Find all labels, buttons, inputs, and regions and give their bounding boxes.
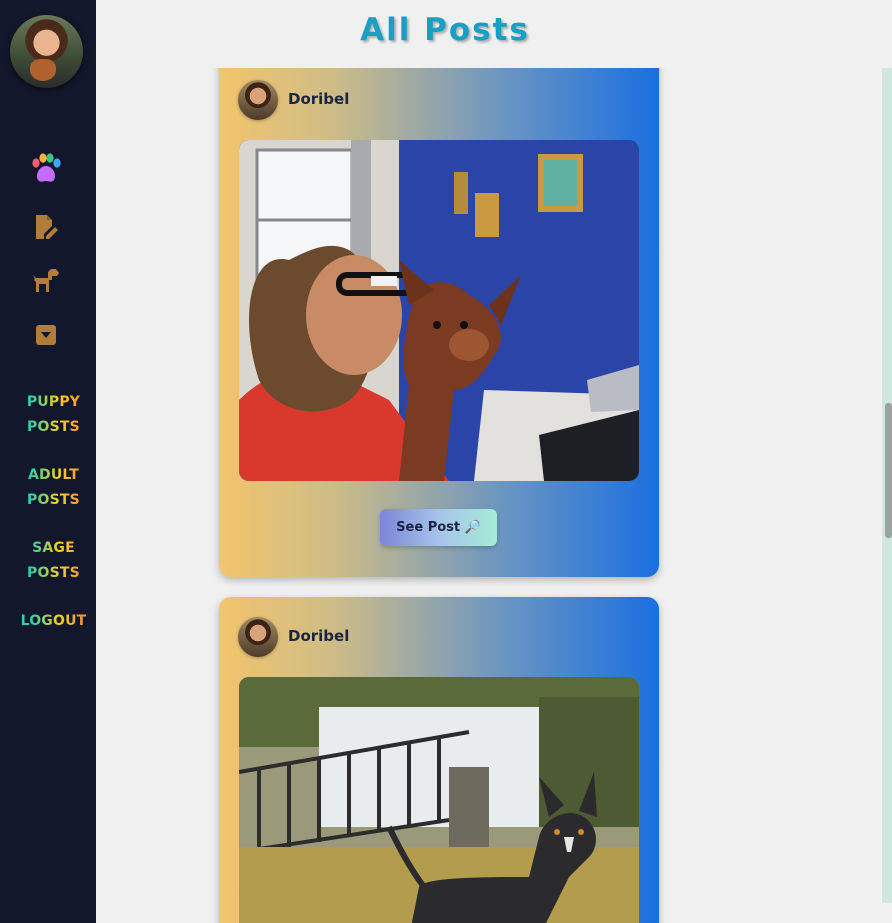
nav-sage-posts-line2: POSTS (27, 565, 80, 581)
logout-link[interactable]: LOGOUT (0, 609, 107, 634)
see-post-button[interactable]: See Post 🔎 (380, 509, 497, 546)
nav-puppy-posts-line2: POSTS (27, 419, 80, 435)
nav-adult-posts-line2: POSTS (27, 492, 80, 508)
sidebar: PUPPY POSTS ADULT POSTS SAGE POSTS LOGOU… (0, 0, 96, 923)
paw-icon[interactable] (28, 151, 64, 187)
post-image[interactable] (239, 677, 639, 923)
nav-puppy-posts-line1: PUPPY (26, 394, 81, 410)
post-image[interactable] (239, 140, 639, 481)
post-author-avatar[interactable] (238, 617, 278, 657)
post-author-name[interactable]: Doribel (288, 627, 349, 645)
nav-adult-posts-line1: ADULT (28, 467, 79, 483)
new-post-icon[interactable] (28, 209, 64, 245)
post-author-avatar[interactable] (238, 80, 278, 120)
nav-adult-posts[interactable]: ADULT POSTS (0, 463, 107, 513)
post-card: Doribel See Post 🔎 (219, 40, 659, 577)
page-title: All Posts (360, 12, 530, 48)
nav-sage-posts[interactable]: SAGE POSTS (0, 536, 107, 586)
post-author-name[interactable]: Doribel (288, 90, 349, 108)
post-card: Doribel (219, 597, 659, 923)
dropdown-icon[interactable] (28, 317, 64, 353)
scrollbar-thumb[interactable] (885, 403, 892, 538)
nav-sage-posts-line1: SAGE (32, 540, 75, 556)
profile-avatar[interactable] (10, 15, 83, 88)
dog-icon[interactable] (28, 262, 64, 298)
nav-puppy-posts[interactable]: PUPPY POSTS (0, 390, 107, 440)
